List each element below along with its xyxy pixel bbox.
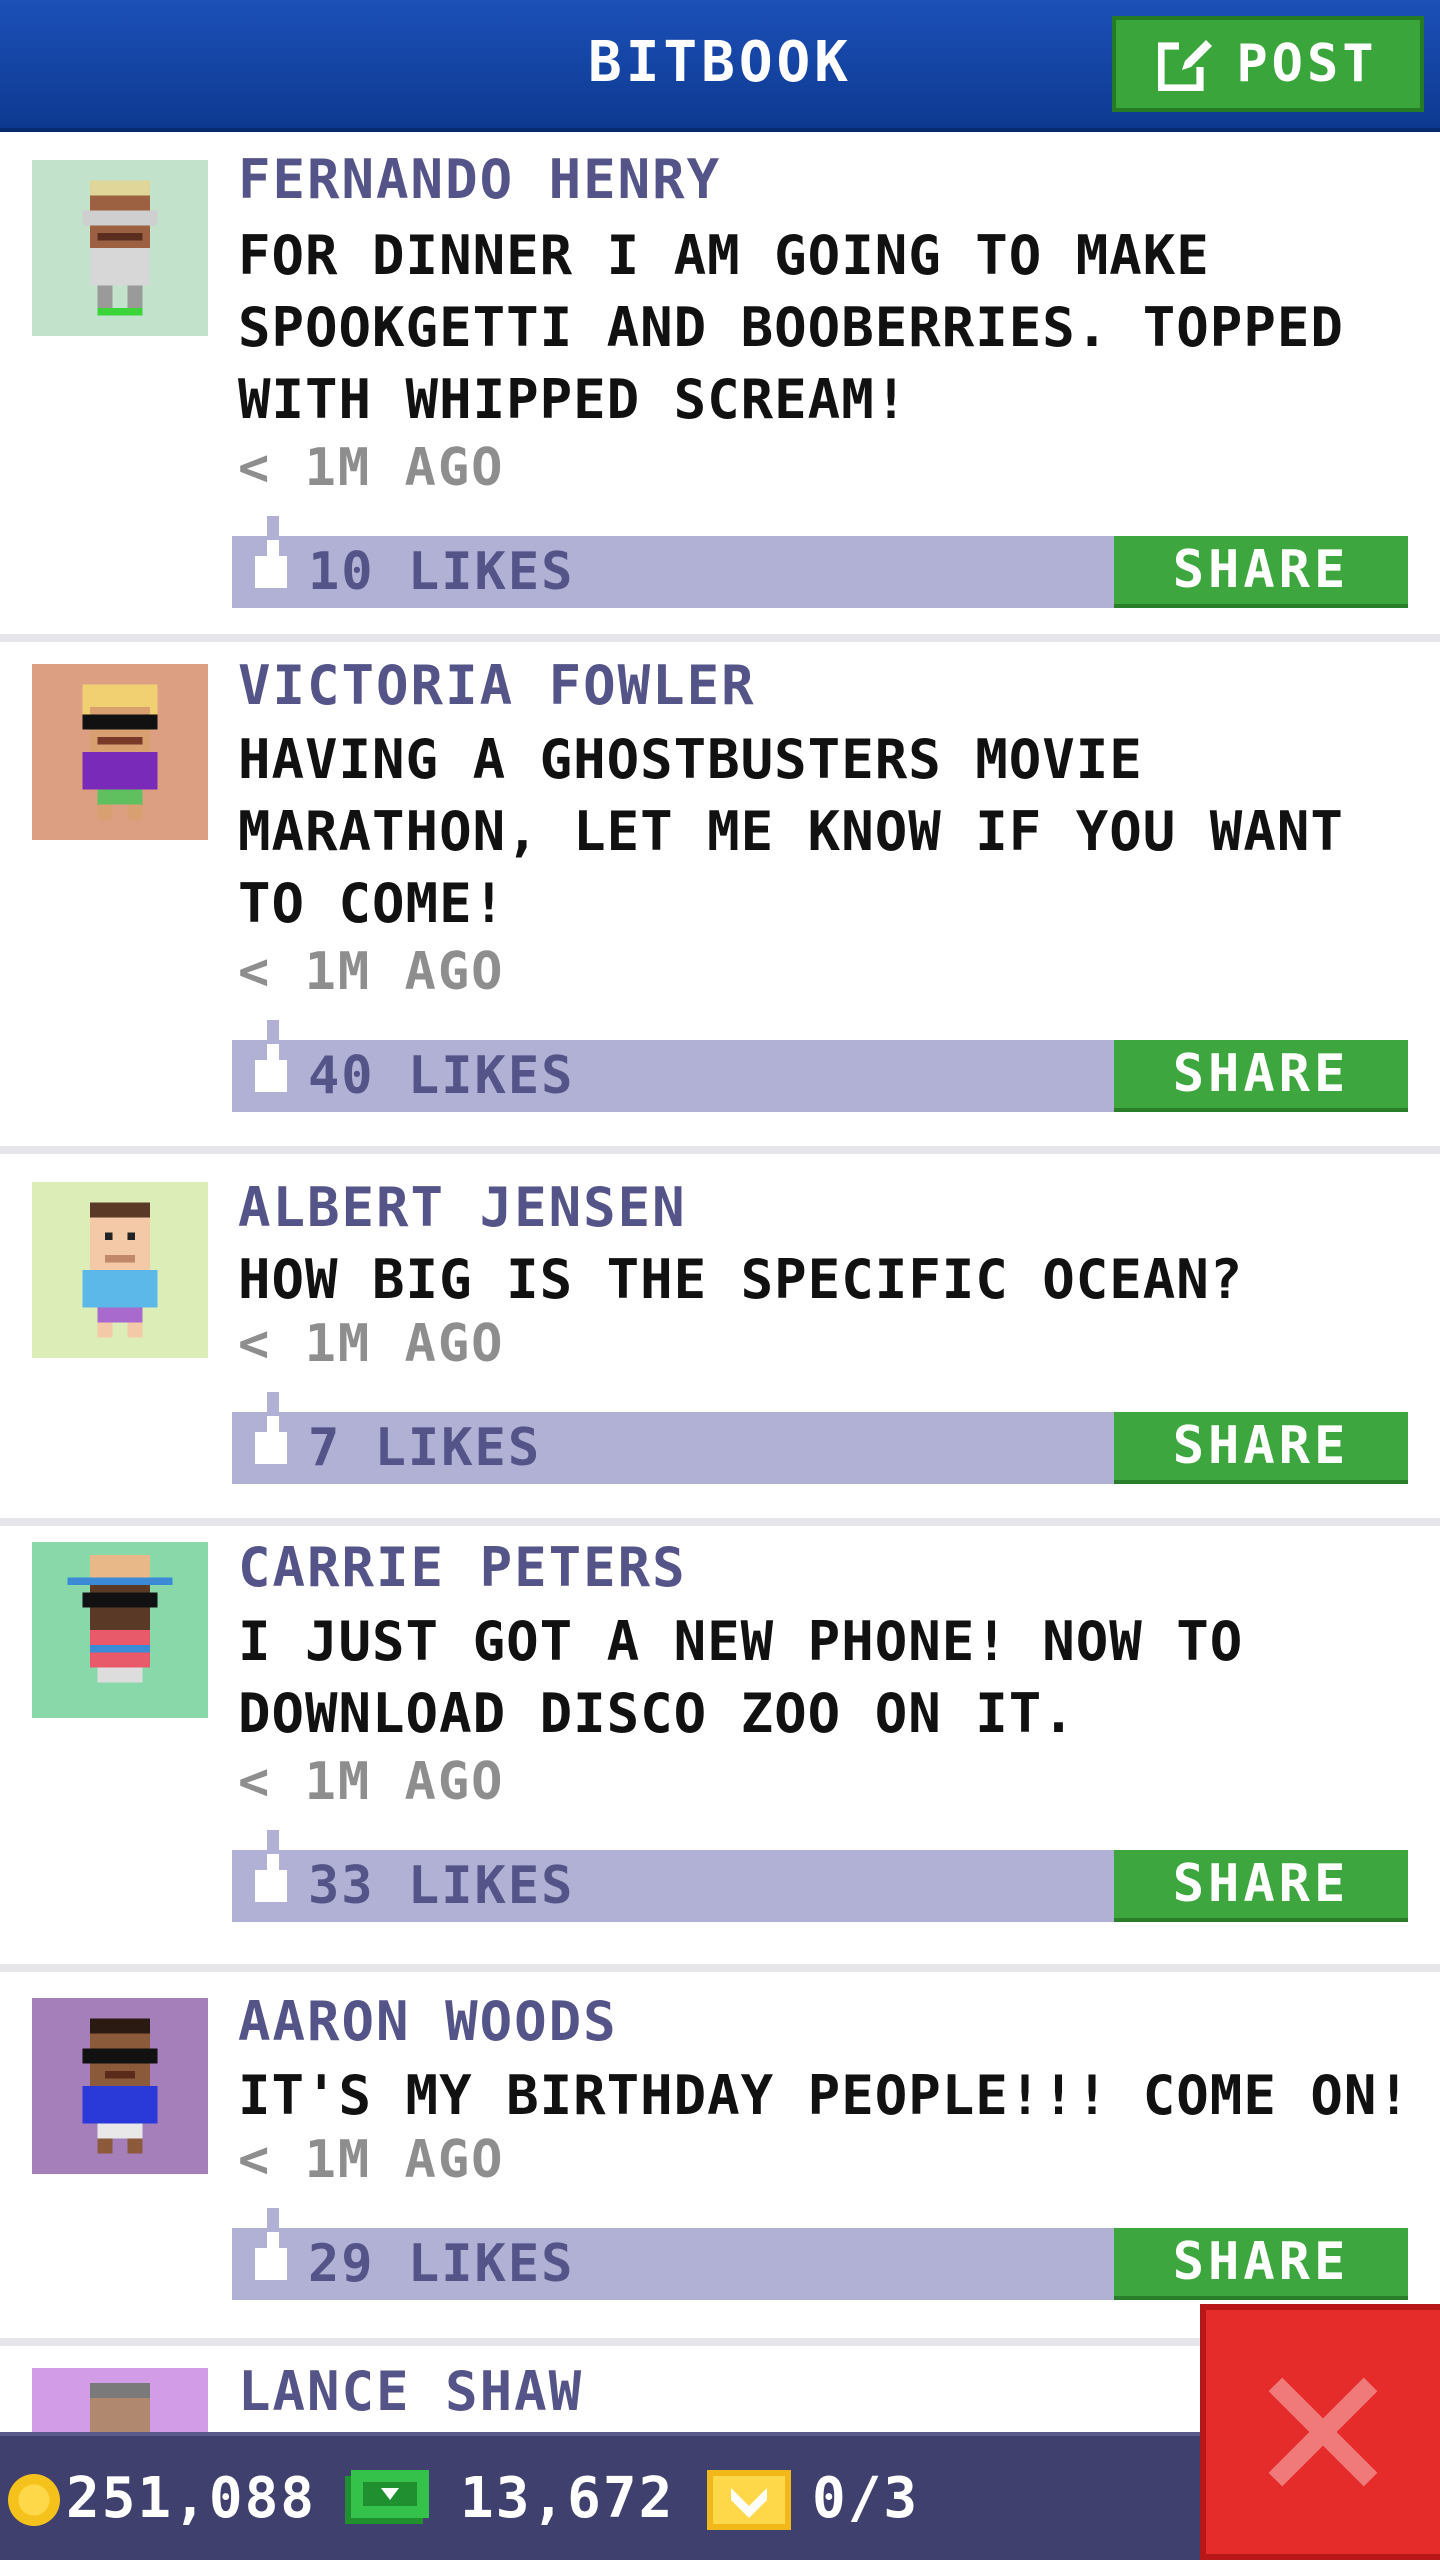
edit-icon [1158, 37, 1213, 91]
thumbs-up-icon [255, 1020, 287, 1092]
close-button[interactable] [1200, 2304, 1440, 2560]
avatar-sprite [82, 180, 158, 316]
avatar[interactable] [32, 1998, 208, 2174]
post-author[interactable]: AARON WOODS [238, 1990, 618, 2053]
post-text: IT'S MY BIRTHDAY PEOPLE!!! COME ON! [238, 2064, 1411, 2127]
coin-icon [8, 2474, 60, 2526]
coin-count: 251,088 [66, 2466, 317, 2531]
like-button[interactable]: 7 LIKES SHARE [232, 1392, 1408, 1484]
ticket-count: 0/3 [812, 2466, 920, 2531]
post-timestamp: < 1M AGO [238, 1752, 505, 1812]
status-bar: 251,088 13,672 0/3 [0, 2432, 1200, 2560]
share-button[interactable]: SHARE [1114, 2228, 1408, 2300]
like-button[interactable]: 29 LIKES SHARE [232, 2208, 1408, 2300]
close-icon [1268, 2377, 1378, 2487]
avatar-sprite [82, 2018, 158, 2154]
post-card: CARRIE PETERS I JUST GOT A NEW PHONE! NO… [0, 1526, 1440, 1972]
avatar[interactable] [32, 1182, 208, 1358]
app-header: BITBOOK POST [0, 0, 1440, 132]
avatar-sprite [67, 1555, 173, 1683]
like-button[interactable]: 40 LIKES SHARE [232, 1020, 1408, 1112]
post-timestamp: < 1M AGO [238, 438, 505, 498]
avatar-sprite [82, 1202, 158, 1338]
post-card: ALBERT JENSEN HOW BIG IS THE SPECIFIC OC… [0, 1154, 1440, 1526]
bux-icon [345, 2470, 429, 2524]
post-author[interactable]: CARRIE PETERS [238, 1536, 687, 1599]
post-text: HOW BIG IS THE SPECIFIC OCEAN? [238, 1248, 1244, 1311]
avatar-sprite [82, 684, 158, 820]
post-author[interactable]: LANCE SHAW [238, 2360, 583, 2423]
like-count: 29 LIKES [308, 2234, 575, 2294]
post-button[interactable]: POST [1112, 16, 1424, 112]
ticket-icon [707, 2470, 791, 2530]
post-card: FERNANDO HENRY FOR DINNER I AM GOING TO … [0, 132, 1440, 642]
share-button[interactable]: SHARE [1114, 1850, 1408, 1922]
bux-count: 13,672 [460, 2466, 675, 2531]
like-count: 10 LIKES [308, 542, 575, 602]
thumbs-up-icon [255, 1830, 287, 1902]
post-text: HAVING A GHOSTBUSTERS MOVIE MARATHON, LE… [238, 728, 1344, 935]
avatar[interactable] [32, 1542, 208, 1718]
avatar[interactable] [32, 664, 208, 840]
post-timestamp: < 1M AGO [238, 2130, 505, 2190]
post-author[interactable]: ALBERT JENSEN [238, 1176, 687, 1239]
share-button[interactable]: SHARE [1114, 536, 1408, 608]
post-timestamp: < 1M AGO [238, 1314, 505, 1374]
post-card: VICTORIA FOWLER HAVING A GHOSTBUSTERS MO… [0, 642, 1440, 1154]
post-text: FOR DINNER I AM GOING TO MAKE SPOOKGETTI… [238, 224, 1344, 431]
avatar[interactable] [32, 160, 208, 336]
like-button[interactable]: 33 LIKES SHARE [232, 1830, 1408, 1922]
post-card: AARON WOODS IT'S MY BIRTHDAY PEOPLE!!! C… [0, 1972, 1440, 2346]
like-count: 7 LIKES [308, 1418, 542, 1478]
post-text: I JUST GOT A NEW PHONE! NOW TO DOWNLOAD … [238, 1610, 1244, 1745]
thumbs-up-icon [255, 2208, 287, 2280]
thumbs-up-icon [255, 1392, 287, 1464]
post-author[interactable]: VICTORIA FOWLER [238, 654, 756, 717]
share-button[interactable]: SHARE [1114, 1412, 1408, 1484]
like-count: 33 LIKES [308, 1856, 575, 1916]
like-button[interactable]: 10 LIKES SHARE [232, 516, 1408, 608]
post-button-label: POST [1236, 34, 1378, 94]
post-feed[interactable]: FERNANDO HENRY FOR DINNER I AM GOING TO … [0, 132, 1440, 2546]
post-author[interactable]: FERNANDO HENRY [238, 148, 721, 211]
thumbs-up-icon [255, 516, 287, 588]
like-count: 40 LIKES [308, 1046, 575, 1106]
share-button[interactable]: SHARE [1114, 1040, 1408, 1112]
post-timestamp: < 1M AGO [238, 942, 505, 1002]
